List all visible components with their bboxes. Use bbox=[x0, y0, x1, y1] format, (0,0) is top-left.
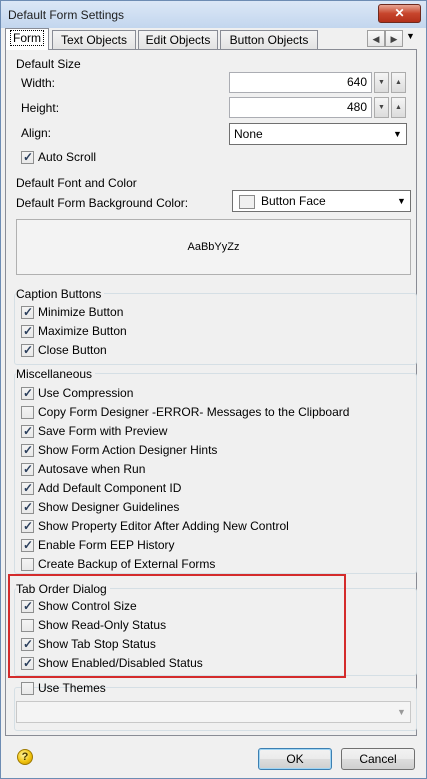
height-label: Height: bbox=[21, 101, 60, 115]
align-label: Align: bbox=[21, 126, 52, 140]
checkbox-box: ✓ bbox=[21, 538, 34, 552]
checkbox-box: ✓ bbox=[21, 424, 34, 438]
autosave-label: Autosave when Run bbox=[38, 462, 146, 476]
maximize-button-label: Maximize Button bbox=[38, 324, 127, 338]
ok-button[interactable]: OK bbox=[258, 748, 332, 770]
width-increment-icon[interactable]: ▲ bbox=[391, 72, 406, 93]
checkbox-box: ✓ bbox=[21, 324, 34, 338]
close-button-label: Close Button bbox=[38, 343, 107, 357]
height-input[interactable]: 480 bbox=[229, 97, 372, 118]
chevron-down-icon: ▼ bbox=[393, 129, 402, 139]
default-size-title: Default Size bbox=[16, 57, 81, 71]
tab-button-objects[interactable]: Button Objects bbox=[220, 30, 318, 49]
highlight-frame bbox=[8, 574, 346, 678]
check-icon: ✓ bbox=[23, 443, 34, 457]
checkbox-box: ✓ bbox=[21, 481, 34, 495]
checkbox-box: ✓ bbox=[21, 443, 34, 457]
tab-scroll-left-icon[interactable]: ◀ bbox=[367, 30, 385, 47]
check-icon: ✓ bbox=[23, 500, 34, 514]
window-title: Default Form Settings bbox=[8, 8, 125, 22]
tab-form-label: Form bbox=[10, 30, 44, 46]
font-color-title: Default Font and Color bbox=[16, 176, 137, 190]
bg-color-value: Button Face bbox=[261, 194, 326, 208]
cancel-button[interactable]: Cancel bbox=[341, 748, 415, 770]
tab-edit-objects[interactable]: Edit Objects bbox=[138, 30, 218, 49]
checkbox-box: ✓ bbox=[21, 150, 34, 164]
align-select[interactable]: None ▼ bbox=[229, 123, 407, 145]
action-hints-label: Show Form Action Designer Hints bbox=[38, 443, 218, 457]
check-icon: ✓ bbox=[23, 305, 34, 319]
backup-external-label: Create Backup of External Forms bbox=[38, 557, 216, 571]
bg-color-label: Default Form Background Color: bbox=[16, 196, 189, 210]
color-swatch bbox=[239, 195, 255, 209]
tab-form[interactable]: Form bbox=[5, 28, 49, 50]
eep-history-label: Enable Form EEP History bbox=[38, 538, 175, 552]
use-compression-label: Use Compression bbox=[38, 386, 134, 400]
theme-select[interactable]: ▼ bbox=[16, 701, 411, 723]
save-preview-label: Save Form with Preview bbox=[38, 424, 168, 438]
close-button[interactable]: ✕ bbox=[378, 4, 421, 23]
checkbox-box: ✓ bbox=[21, 519, 34, 533]
minimize-button-label: Minimize Button bbox=[38, 305, 124, 319]
checkbox-box: ✓ bbox=[21, 500, 34, 514]
caption-buttons-title: Caption Buttons bbox=[16, 287, 105, 301]
checkbox-box: ✓ bbox=[21, 386, 34, 400]
use-themes-checkbox[interactable]: Use Themes bbox=[21, 681, 106, 697]
height-increment-icon[interactable]: ▲ bbox=[391, 97, 406, 118]
check-icon: ✓ bbox=[23, 343, 34, 357]
title-bar: Default Form Settings ✕ bbox=[1, 1, 426, 28]
check-icon: ✓ bbox=[23, 424, 34, 438]
check-icon: ✓ bbox=[23, 462, 34, 476]
check-icon: ✓ bbox=[23, 481, 34, 495]
help-icon[interactable]: ? bbox=[17, 749, 33, 765]
designer-guidelines-label: Show Designer Guidelines bbox=[38, 500, 180, 514]
default-component-id-label: Add Default Component ID bbox=[38, 481, 182, 495]
check-icon: ✓ bbox=[23, 386, 34, 400]
width-label: Width: bbox=[21, 76, 56, 90]
use-themes-label: Use Themes bbox=[38, 681, 106, 695]
property-editor-label: Show Property Editor After Adding New Co… bbox=[38, 519, 289, 533]
width-decrement-icon[interactable]: ▼ bbox=[374, 72, 389, 93]
check-icon: ✓ bbox=[23, 150, 34, 164]
tab-text-objects[interactable]: Text Objects bbox=[52, 30, 136, 49]
checkbox-box bbox=[21, 406, 34, 419]
checkbox-box: ✓ bbox=[21, 305, 34, 319]
height-decrement-icon[interactable]: ▼ bbox=[374, 97, 389, 118]
miscellaneous-title: Miscellaneous bbox=[16, 367, 96, 381]
checkbox-box bbox=[21, 558, 34, 571]
chevron-down-icon: ▼ bbox=[397, 196, 406, 206]
auto-scroll-label: Auto Scroll bbox=[38, 150, 97, 164]
tab-list-dropdown-icon[interactable]: ▼ bbox=[406, 31, 415, 41]
chevron-down-icon: ▼ bbox=[397, 707, 406, 717]
tab-scroll-right-icon[interactable]: ▶ bbox=[385, 30, 403, 47]
align-select-value: None bbox=[234, 127, 263, 141]
checkbox-box: ✓ bbox=[21, 343, 34, 357]
checkbox-box: ✓ bbox=[21, 462, 34, 476]
bg-color-select[interactable]: Button Face ▼ bbox=[232, 190, 411, 212]
tab-strip: Form Text Objects Edit Objects Button Ob… bbox=[5, 28, 417, 50]
check-icon: ✓ bbox=[23, 519, 34, 533]
width-input[interactable]: 640 bbox=[229, 72, 372, 93]
checkbox-box bbox=[21, 682, 34, 695]
font-preview[interactable]: AaBbYyZz bbox=[16, 219, 411, 275]
copy-errors-label: Copy Form Designer -ERROR- Messages to t… bbox=[38, 405, 350, 419]
check-icon: ✓ bbox=[23, 324, 34, 338]
check-icon: ✓ bbox=[23, 538, 34, 552]
